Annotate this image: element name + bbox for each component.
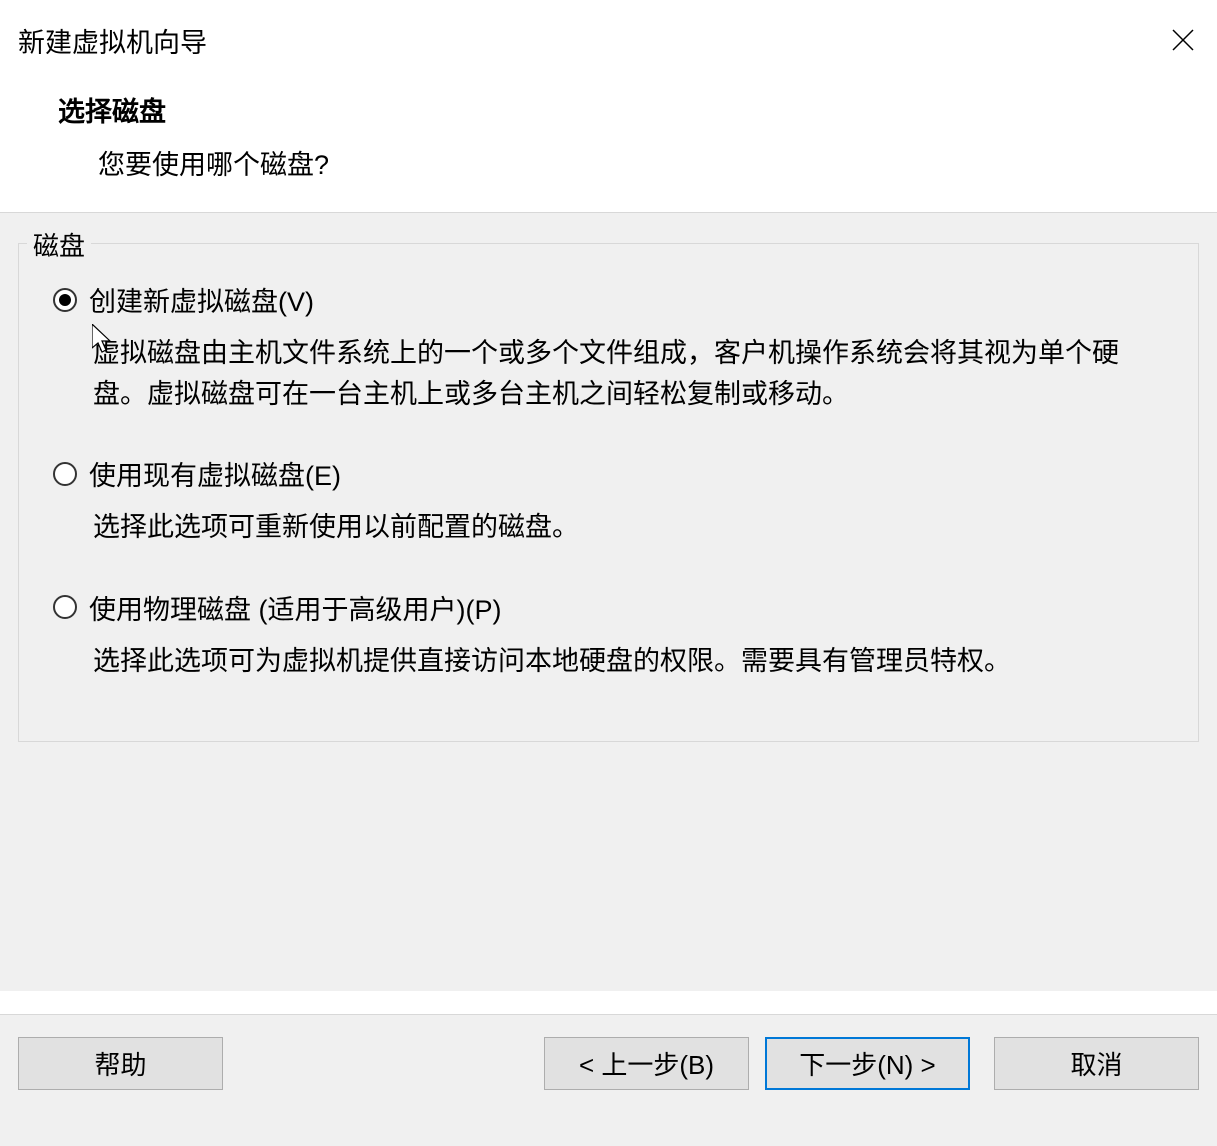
- radio-label[interactable]: 创建新虚拟磁盘(V): [89, 280, 314, 319]
- close-icon[interactable]: [1163, 20, 1203, 60]
- wizard-footer: 帮助 < 上一步(B) 下一步(N) > 取消: [0, 1014, 1217, 1146]
- radio-description: 虚拟磁盘由主机文件系统上的一个或多个文件组成，客户机操作系统会将其视为单个硬盘。…: [93, 333, 1168, 414]
- radio-label[interactable]: 使用物理磁盘 (适用于高级用户)(P): [89, 588, 501, 627]
- disk-radio-group: 创建新虚拟磁盘(V) 虚拟磁盘由主机文件系统上的一个或多个文件组成，客户机操作系…: [53, 280, 1168, 681]
- radio-row[interactable]: 创建新虚拟磁盘(V): [53, 280, 1168, 319]
- disk-fieldset: 磁盘 创建新虚拟磁盘(V) 虚拟磁盘由主机文件系统上的一个或多个文件组成，客户机…: [18, 243, 1199, 742]
- radio-option-create-new: 创建新虚拟磁盘(V) 虚拟磁盘由主机文件系统上的一个或多个文件组成，客户机操作系…: [53, 280, 1168, 414]
- next-button[interactable]: 下一步(N) >: [765, 1037, 970, 1090]
- cancel-button[interactable]: 取消: [994, 1037, 1199, 1090]
- help-button[interactable]: 帮助: [18, 1037, 223, 1090]
- back-button[interactable]: < 上一步(B): [544, 1037, 749, 1090]
- radio-icon[interactable]: [53, 288, 77, 312]
- radio-description: 选择此选项可重新使用以前配置的磁盘。: [93, 507, 1168, 548]
- radio-row[interactable]: 使用物理磁盘 (适用于高级用户)(P): [53, 588, 1168, 627]
- page-subtitle: 您要使用哪个磁盘?: [98, 143, 1199, 182]
- radio-icon[interactable]: [53, 595, 77, 619]
- radio-description: 选择此选项可为虚拟机提供直接访问本地硬盘的权限。需要具有管理员特权。: [93, 641, 1168, 682]
- wizard-content: 磁盘 创建新虚拟磁盘(V) 虚拟磁盘由主机文件系统上的一个或多个文件组成，客户机…: [0, 213, 1217, 991]
- titlebar: 新建虚拟机向导: [0, 0, 1217, 70]
- radio-option-use-existing: 使用现有虚拟磁盘(E) 选择此选项可重新使用以前配置的磁盘。: [53, 454, 1168, 548]
- radio-label[interactable]: 使用现有虚拟磁盘(E): [89, 454, 341, 493]
- wizard-header: 选择磁盘 您要使用哪个磁盘?: [0, 70, 1217, 212]
- radio-row[interactable]: 使用现有虚拟磁盘(E): [53, 454, 1168, 493]
- page-title: 选择磁盘: [58, 90, 1199, 129]
- radio-option-use-physical: 使用物理磁盘 (适用于高级用户)(P) 选择此选项可为虚拟机提供直接访问本地硬盘…: [53, 588, 1168, 682]
- radio-icon[interactable]: [53, 462, 77, 486]
- fieldset-legend: 磁盘: [27, 226, 91, 263]
- window-title: 新建虚拟机向导: [18, 21, 207, 60]
